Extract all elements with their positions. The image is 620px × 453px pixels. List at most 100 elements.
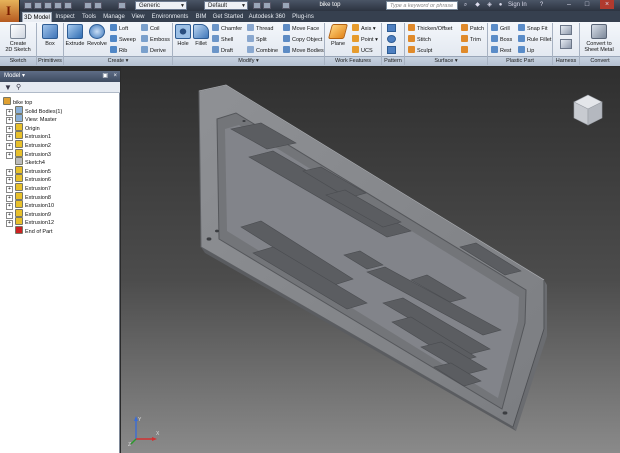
parameters-icon[interactable]	[282, 2, 290, 9]
tab-get-started[interactable]: Get Started	[211, 12, 245, 22]
harness-icon[interactable]	[560, 25, 572, 35]
tab-plug-ins[interactable]: Plug-ins	[289, 12, 317, 22]
tab-tools[interactable]: Tools	[79, 12, 99, 22]
browser-header[interactable]: Model ▾ × ▣	[0, 71, 120, 82]
minimize-icon[interactable]: –	[562, 0, 576, 9]
coil-button[interactable]: Coil	[141, 24, 159, 33]
communication-center-icon[interactable]: ◈	[486, 2, 493, 9]
derive-button[interactable]: Derive	[141, 46, 166, 55]
sculpt-button[interactable]: Sculpt	[408, 46, 432, 55]
tree-item[interactable]: + View: Master	[0, 114, 57, 125]
extrude-button[interactable]: Extrude	[65, 24, 85, 55]
stitch-button[interactable]: Stitch	[408, 35, 431, 44]
snap-fit-button[interactable]: Snap Fit	[518, 24, 547, 33]
browser-close-icon[interactable]: ×	[113, 71, 117, 82]
tree-item[interactable]: + Extrusion1	[0, 131, 51, 142]
browser-menu-icon[interactable]: ▣	[102, 71, 108, 82]
point-button[interactable]: Point ▾	[352, 35, 378, 44]
measure-icon[interactable]	[263, 2, 271, 9]
close-icon[interactable]: ×	[600, 0, 614, 9]
rectangular-pattern-icon[interactable]	[387, 24, 396, 32]
clear-override-icon[interactable]	[253, 2, 261, 9]
tab-manage[interactable]: Manage	[101, 12, 127, 22]
chamfer-button[interactable]: Chamfer	[212, 24, 242, 33]
hole-button[interactable]: Hole	[175, 24, 191, 55]
extend-button[interactable]	[461, 46, 470, 55]
tab-inspect[interactable]: Inspect	[53, 12, 77, 22]
tree-item[interactable]: + Extrusion5	[0, 165, 51, 176]
emboss-button[interactable]: Emboss	[141, 35, 170, 44]
tree-item[interactable]: + Extrusion9	[0, 208, 51, 219]
save-icon[interactable]	[44, 2, 52, 9]
rule-fillet-button[interactable]: Rule Fillet	[518, 35, 551, 44]
thread-button[interactable]: Thread	[247, 24, 273, 33]
revolve-button[interactable]: Revolve	[86, 24, 108, 55]
tree-item[interactable]: End of Part	[0, 226, 53, 235]
move-bodies-button[interactable]: Move Bodies	[283, 46, 324, 55]
tree-root-item[interactable]: bike top	[0, 97, 32, 106]
rest-button[interactable]: Rest	[491, 46, 511, 55]
loft-button[interactable]: Loft	[110, 24, 128, 33]
tab-bim[interactable]: BIM	[193, 12, 209, 22]
sign-in-link[interactable]: Sign In	[508, 1, 527, 10]
find-icon[interactable]: ⚲	[16, 83, 21, 91]
redo-icon[interactable]	[64, 2, 72, 9]
tree-item[interactable]: + Extrusion8	[0, 191, 51, 202]
fillet-button[interactable]: Fillet	[193, 24, 209, 55]
material-combo[interactable]: Generic ▼	[135, 1, 187, 10]
tab-environments[interactable]: Environments	[149, 12, 191, 22]
help-icon[interactable]: ?	[538, 2, 545, 9]
ucs-button[interactable]: UCS	[352, 46, 373, 55]
tree-item[interactable]: Sketch4	[0, 157, 45, 166]
tab-3d-model[interactable]: 3D Model	[22, 12, 52, 22]
grill-button[interactable]: Grill	[491, 24, 510, 33]
viewcube[interactable]	[571, 93, 605, 127]
tree-item[interactable]: + Extrusion2	[0, 140, 51, 150]
tree-item[interactable]: + Extrusion12	[0, 217, 54, 228]
tree-item[interactable]: + Extrusion10	[0, 200, 54, 211]
trim-button[interactable]: Trim	[461, 35, 481, 44]
plane-button[interactable]: Plane	[327, 24, 349, 55]
draft-button[interactable]: Draft	[212, 46, 233, 55]
thicken-offset-button[interactable]: Thicken/Offset	[408, 24, 452, 33]
graphics-viewport[interactable]	[121, 67, 620, 453]
search-icon[interactable]: ⌕	[462, 2, 469, 9]
search-input[interactable]: Type a keyword or phrase	[386, 1, 458, 10]
maximize-icon[interactable]: □	[580, 0, 594, 9]
update-icon[interactable]	[94, 2, 102, 9]
create-2d-sketch-button[interactable]: Create 2D Sketch	[3, 24, 33, 55]
cable-icon[interactable]	[560, 39, 572, 49]
tree-item[interactable]: + Extrusion3	[0, 148, 51, 159]
open-file-icon[interactable]	[34, 2, 42, 9]
axis-button[interactable]: Axis ▾	[352, 24, 376, 33]
tab-autodesk-360[interactable]: Autodesk 360	[247, 12, 287, 22]
patch-button[interactable]: Patch	[461, 24, 484, 33]
convert-to-sheet-metal-button[interactable]: Convert to Sheet Metal	[580, 24, 618, 55]
combine-button[interactable]: Combine	[247, 46, 278, 55]
filter-icon[interactable]: ▼	[4, 83, 12, 92]
rib-button[interactable]: Rib	[110, 46, 127, 55]
tree-item[interactable]: + Extrusion6	[0, 174, 51, 185]
shell-button[interactable]: Shell	[212, 35, 233, 44]
box-button[interactable]: Box	[40, 24, 60, 55]
new-file-icon[interactable]	[24, 2, 32, 9]
undo-icon[interactable]	[54, 2, 62, 9]
select-icon[interactable]	[118, 2, 126, 9]
user-icon[interactable]: ●	[497, 2, 504, 9]
tree-item[interactable]: + Origin	[0, 122, 40, 133]
lip-button[interactable]: Lip	[518, 46, 534, 55]
tree-item[interactable]: + Extrusion7	[0, 183, 51, 193]
subscription-icon[interactable]: ◆	[474, 2, 481, 9]
tree-item[interactable]: + Solid Bodies(1)	[0, 105, 62, 116]
application-menu-button[interactable]: I	[0, 0, 20, 22]
split-button[interactable]: Split	[247, 35, 267, 44]
appearance-combo[interactable]: Default ▼	[204, 1, 248, 10]
sweep-button[interactable]: Sweep	[110, 35, 136, 44]
copy-object-button[interactable]: Copy Object	[283, 35, 322, 44]
mirror-icon[interactable]	[387, 46, 396, 54]
circular-pattern-icon[interactable]	[387, 35, 396, 43]
return-icon[interactable]	[84, 2, 92, 9]
move-face-button[interactable]: Move Face	[283, 24, 319, 33]
boss-button[interactable]: Boss	[491, 35, 512, 44]
tab-view[interactable]: View	[129, 12, 147, 22]
